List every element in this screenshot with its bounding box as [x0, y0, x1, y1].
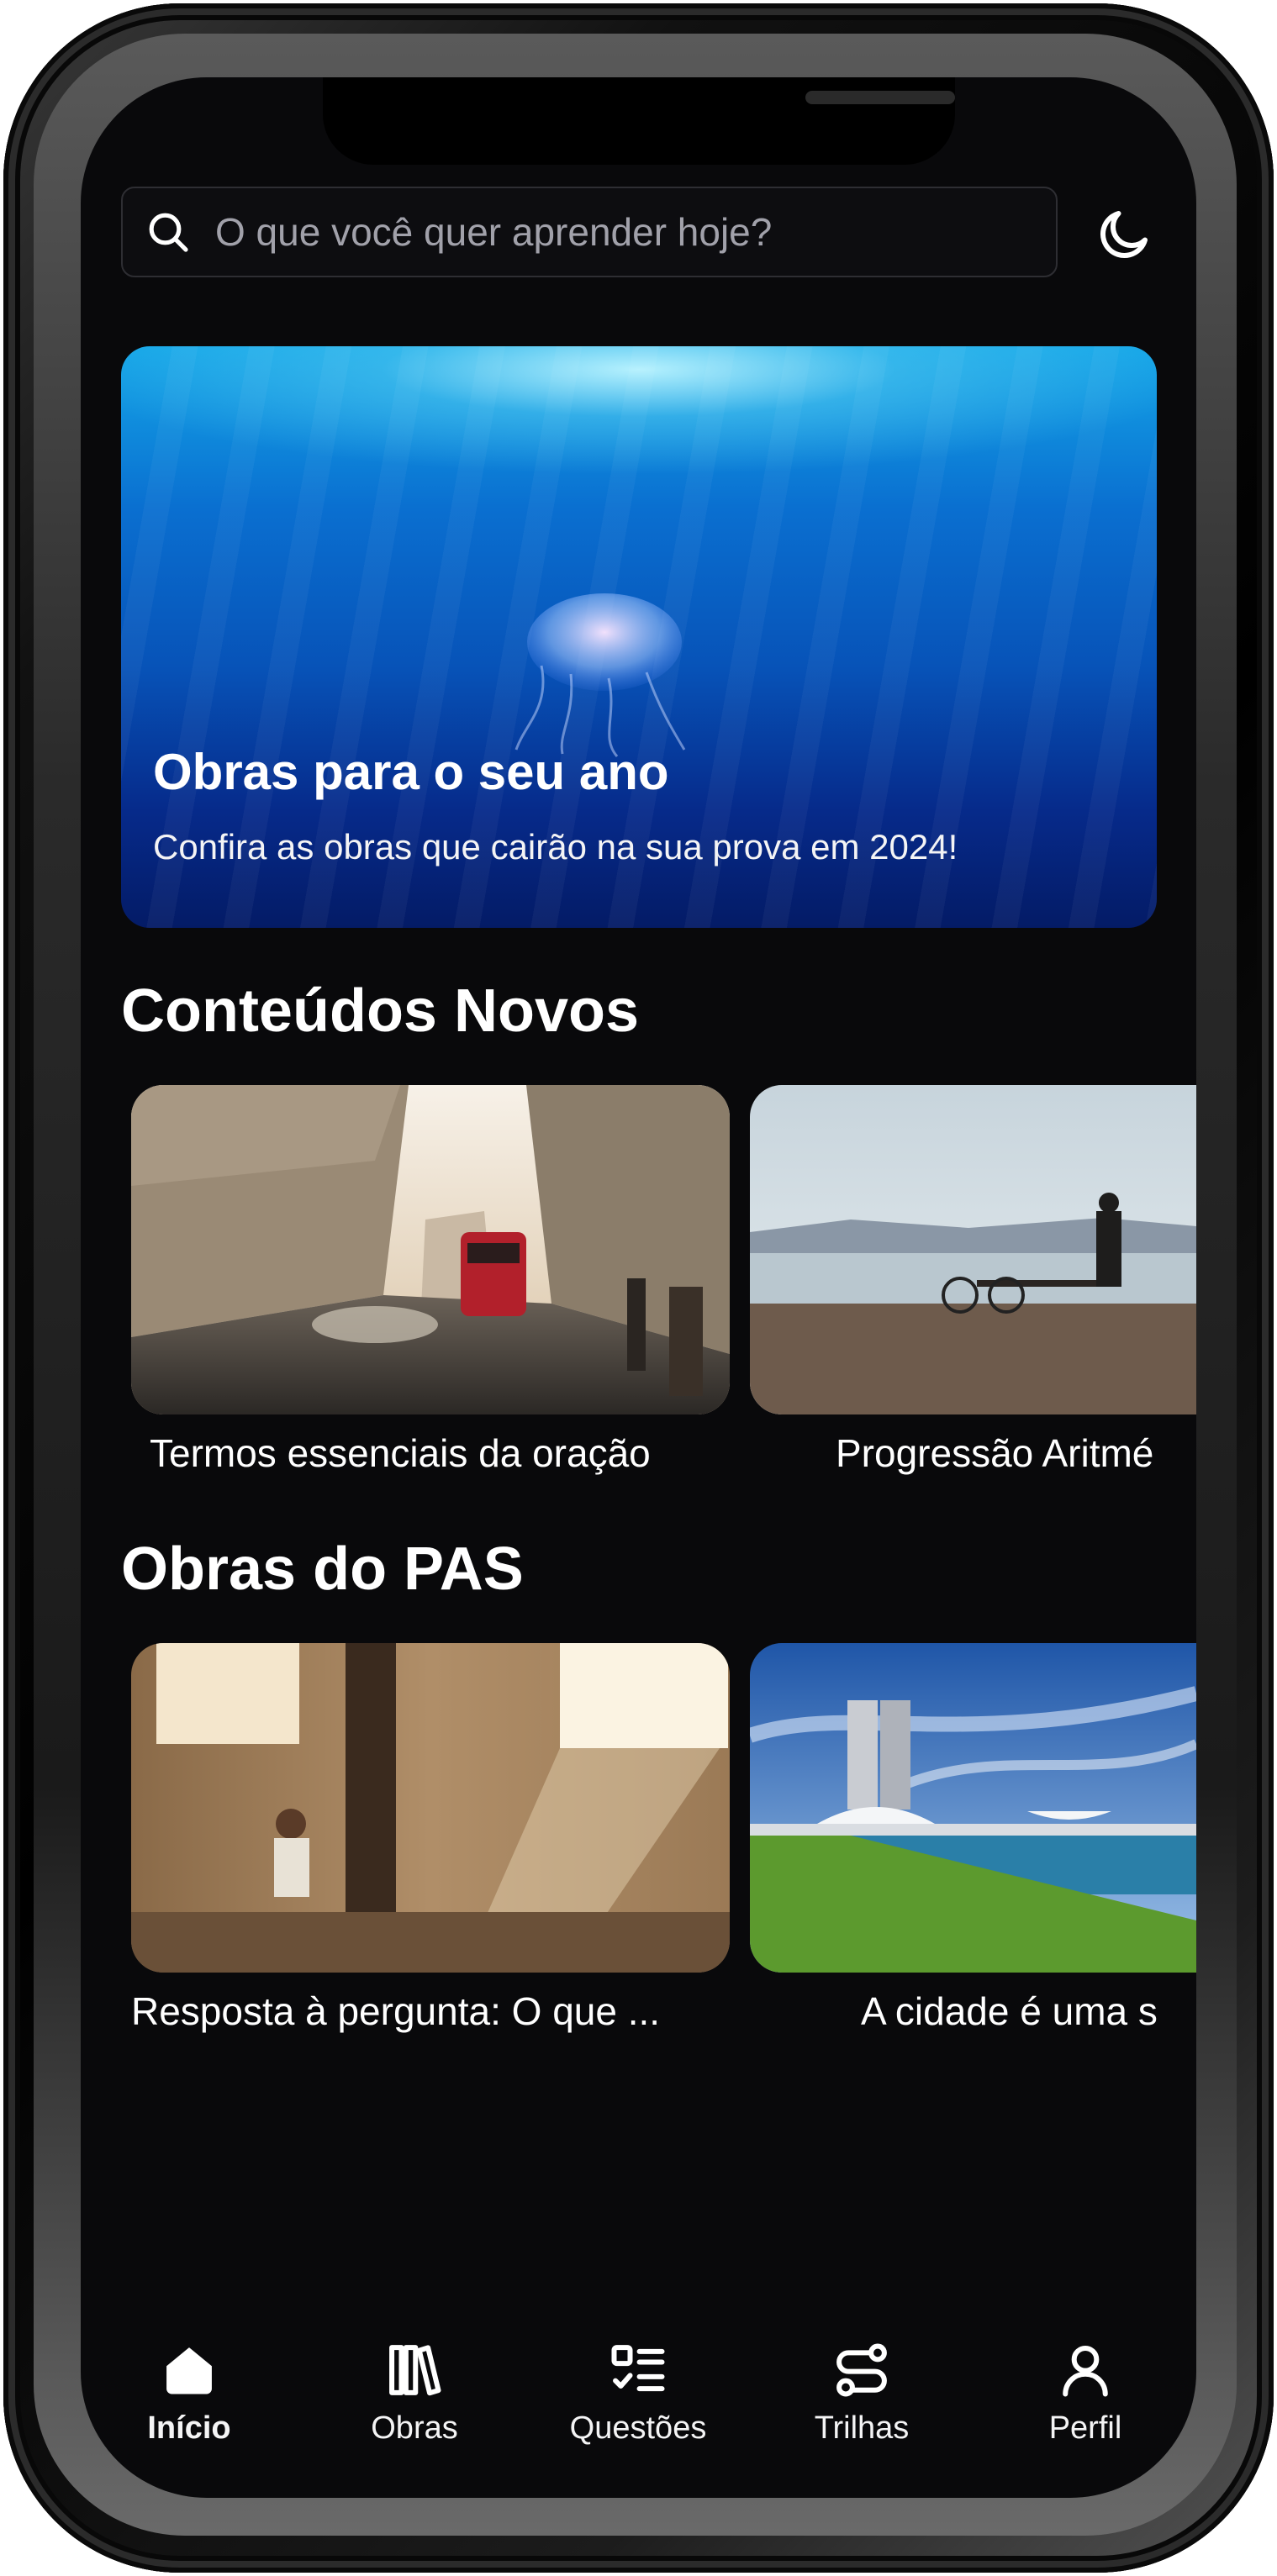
- route-icon: [836, 2343, 887, 2397]
- nav-item-obras[interactable]: Obras: [330, 2338, 499, 2447]
- nav-label: Obras: [371, 2410, 458, 2446]
- moon-icon[interactable]: [1095, 203, 1155, 264]
- content-card[interactable]: [131, 1085, 730, 1414]
- books-icon: [389, 2345, 441, 2396]
- search-placeholder: O que você quer aprender hoje?: [215, 210, 773, 254]
- search-input[interactable]: O que você quer aprender hoje?: [121, 187, 1058, 277]
- checklist-icon: [611, 2345, 665, 2392]
- user-icon: [1063, 2346, 1108, 2397]
- brasilia-congress-image: [750, 1643, 1196, 1973]
- featured-banner[interactable]: Obras para o seu ano Confira as obras qu…: [121, 346, 1157, 928]
- search-icon: [149, 213, 188, 252]
- section-title-new-content: Conteúdos Novos: [121, 977, 640, 1045]
- app-screen: O que você quer aprender hoje? Obras par…: [81, 77, 1196, 2498]
- work-card[interactable]: [131, 1643, 730, 1973]
- section-title-pas-works: Obras do PAS: [121, 1536, 524, 1603]
- banner-title: Obras para o seu ano: [153, 744, 669, 800]
- nav-item-inicio[interactable]: Início: [105, 2338, 273, 2447]
- banner-subtitle: Confira as obras que cairão na sua prova…: [153, 827, 958, 867]
- man-in-room-image: [131, 1643, 730, 1973]
- city-street-image: [131, 1085, 730, 1414]
- card-label: Progressão Aritmé: [836, 1431, 1154, 1475]
- nav-item-perfil[interactable]: Perfil: [1001, 2338, 1169, 2447]
- content-card[interactable]: [750, 1085, 1196, 1414]
- nav-item-questoes[interactable]: Questões: [554, 2338, 722, 2447]
- nav-item-trilhas[interactable]: Trilhas: [778, 2338, 946, 2447]
- jellyfish-image: [514, 593, 686, 757]
- nav-label: Trilhas: [814, 2410, 910, 2446]
- seaside-bench-image: [750, 1085, 1196, 1414]
- card-label: Resposta à pergunta: O que ...: [131, 1989, 661, 2033]
- card-label: Termos essenciais da oração: [150, 1431, 651, 1475]
- nav-label: Início: [147, 2410, 231, 2446]
- card-label: A cidade é uma s: [861, 1989, 1158, 2033]
- nav-label: Perfil: [1048, 2410, 1122, 2446]
- nav-label: Questões: [569, 2410, 707, 2446]
- bottom-navigation: Início Obras Questões Trilhas Perfil: [81, 2338, 1196, 2498]
- home-icon: [166, 2347, 212, 2394]
- speaker: [805, 91, 955, 104]
- notch: [323, 77, 955, 165]
- work-card[interactable]: [750, 1643, 1196, 1973]
